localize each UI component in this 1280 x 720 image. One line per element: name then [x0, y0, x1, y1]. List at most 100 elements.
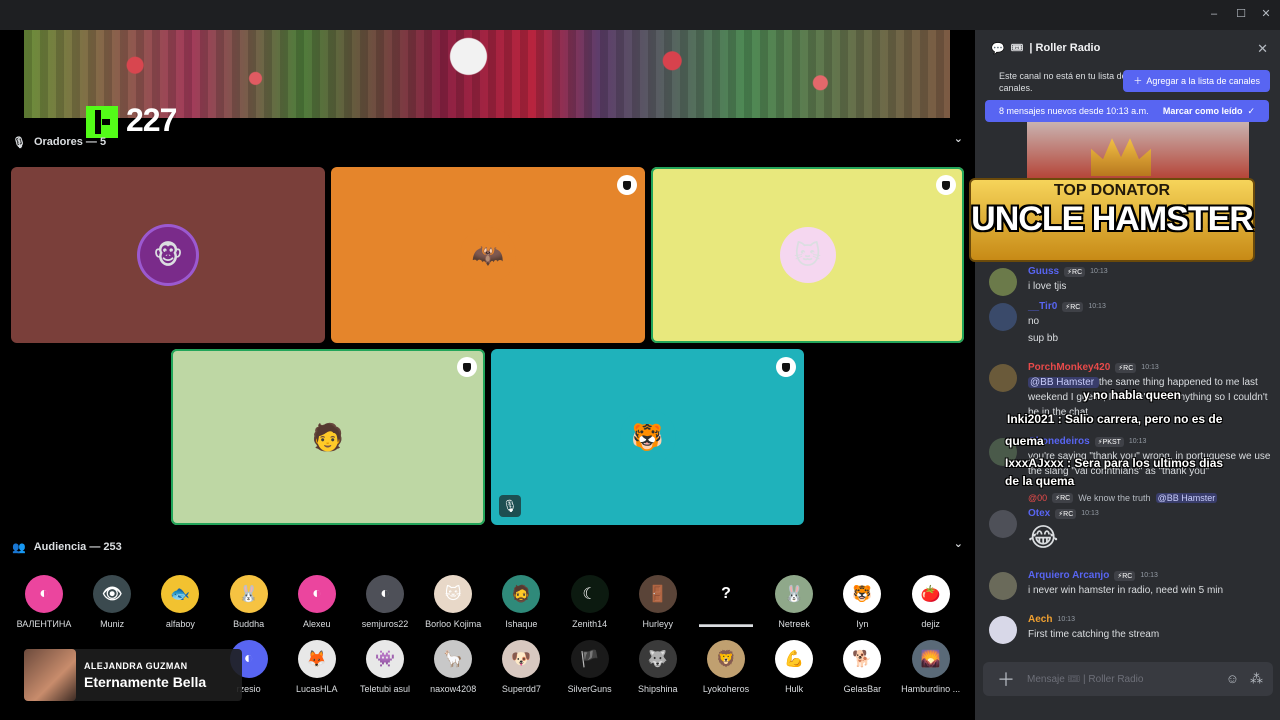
audience-name: Buddha — [233, 619, 265, 629]
now-playing-card: ALEJANDRA GUZMAN Eternamente Bella — [24, 649, 242, 701]
audience-avatar: 🧔 — [502, 575, 541, 613]
sticker-icon[interactable]: ☺ — [1226, 671, 1239, 686]
audience-avatar: 🐺 — [638, 640, 677, 678]
audience-avatar: 🚪 — [638, 575, 677, 613]
user-mention[interactable]: @BB Hamster — [1155, 493, 1218, 503]
user-avatar[interactable] — [989, 303, 1017, 331]
reply-text: We know the truth — [1078, 493, 1151, 503]
speaker-tile[interactable]: 🐱 — [651, 167, 964, 343]
speaker-avatar: 🐯 — [619, 409, 676, 465]
audience-member[interactable]: 💪 Hulk — [760, 640, 828, 694]
audience-avatar: 💪 — [775, 640, 814, 678]
audience-member[interactable]: 👁 Muniz — [78, 575, 146, 629]
mark-read-icon: ✓ — [1247, 105, 1255, 116]
audience-avatar: 🐰 — [229, 575, 268, 613]
audience-name: Ιyn — [856, 619, 869, 629]
thread-icon: 💬 — [991, 42, 1005, 55]
audience-member[interactable]: 🐶 Superdd7 — [487, 640, 555, 694]
user-tag-badge: ⚡RC — [1115, 362, 1137, 373]
user-avatar[interactable] — [989, 268, 1017, 296]
audience-name: Ishaque — [505, 619, 538, 629]
chat-message[interactable]: Otex ⚡RC 10:13 😂 — [989, 508, 1274, 553]
message-text: i never win hamster in radio, need win 5… — [1028, 585, 1224, 596]
audience-member[interactable]: 🧔 Ishaque — [487, 575, 555, 629]
mark-read-button[interactable]: Marcar como leído — [1163, 106, 1243, 116]
apps-icon[interactable]: ⁂ — [1250, 671, 1263, 687]
audience-member[interactable]: 🐰 Netreek — [760, 575, 828, 629]
minimize-button[interactable]: ‒ — [1208, 8, 1220, 20]
moderator-shield-icon — [776, 357, 796, 377]
now-playing-artist: ALEJANDRA GUZMAN — [84, 660, 188, 671]
audience-member[interactable]: 👾 Teletubi asul — [351, 640, 419, 694]
audience-member[interactable]: 🌄 Hamburdino ... — [897, 640, 965, 694]
chevron-down-icon[interactable]: ⌄ — [954, 537, 963, 550]
reply-preview[interactable]: @00 ⚡RC We know the truth @BB Hamster — [989, 493, 1274, 503]
audience-member[interactable]: ◐ Alexeu — [283, 575, 351, 629]
user-avatar[interactable] — [989, 572, 1017, 600]
message-text: i love tjis — [1028, 281, 1067, 292]
user-avatar[interactable] — [989, 616, 1017, 644]
speakers-header[interactable]: 🎙 Oradores — 5 ⌄ — [12, 132, 967, 152]
audience-member[interactable]: 🦙 naxow4208 — [419, 640, 487, 694]
close-chat-button[interactable]: ✕ — [1257, 41, 1268, 57]
stage-view: 227 🎙 Oradores — 5 ⌄ 🐵 🦇 🐱 🧑 🐯 🎙 👥 Audiencia … — [0, 30, 975, 720]
chat-title: | Roller Radio — [1029, 42, 1101, 54]
audience-label: Audiencia — 253 — [33, 541, 122, 553]
audience-member[interactable]: 🦁 Lyokoheros — [692, 640, 760, 694]
add-channel-button[interactable]: ＋ Agregar a la lista de canales — [1123, 70, 1270, 92]
speaker-tile[interactable]: 🧑 — [171, 349, 485, 525]
user-avatar[interactable] — [989, 364, 1017, 392]
audience-member[interactable]: 🐺 Shipshina — [624, 640, 692, 694]
moderator-shield-icon — [936, 175, 956, 195]
close-window-button[interactable]: ✕ — [1260, 8, 1272, 20]
user-avatar[interactable] — [989, 510, 1017, 538]
chat-message[interactable]: Aech 10:13 First time catching the stream — [989, 614, 1274, 644]
audience-member[interactable]: ◐ ВАЛЕНТИНА — [10, 575, 78, 629]
audience-member[interactable]: ◐ semjuros22 — [351, 575, 419, 629]
audience-avatar: 🌄 — [911, 640, 950, 678]
message-composer[interactable]: ＋ Mensaje 🎟 | Roller Radio ☺ ⁂ — [983, 662, 1273, 696]
reply-username[interactable]: @00 — [1028, 493, 1047, 503]
audience-member[interactable]: 🐕 GelasBar — [828, 640, 896, 694]
audience-member[interactable]: 🐱 Borloo Kojima — [419, 575, 487, 629]
maximize-button[interactable]: ☐ — [1235, 8, 1247, 20]
audience-member[interactable]: 🏴 SilverGuns — [556, 640, 624, 694]
chat-message[interactable]: Arquiero Arcanjo ⚡RC 10:13 i never win hams… — [989, 570, 1274, 600]
audience-avatar: ◐ — [297, 575, 336, 613]
message-username[interactable]: __Tir0 — [1028, 301, 1057, 312]
speaker-tile[interactable]: 🐵 — [11, 167, 325, 343]
speaker-tile[interactable]: 🦇 — [331, 167, 645, 343]
audience-member[interactable]: ? ▬▬▬▬▬▬ — [692, 575, 760, 629]
audience-member[interactable]: 🦊 LucasHLA — [283, 640, 351, 694]
audience-avatar: ◐ — [366, 575, 404, 613]
chat-message[interactable]: Guuss ⚡RC 10:13 i love tjis — [989, 266, 1274, 296]
audience-member[interactable]: 🐰 Buddha — [215, 575, 283, 629]
audience-avatar: 🐰 — [775, 575, 814, 613]
message-text: sup bb — [1028, 333, 1059, 344]
message-username[interactable]: Aech — [1028, 614, 1052, 625]
audience-avatar: 🐯 — [843, 575, 882, 613]
chevron-down-icon[interactable]: ⌄ — [954, 132, 963, 145]
muted-mic-icon: 🎙 — [499, 495, 521, 517]
new-messages-bar[interactable]: 8 mensajes nuevos desde 10:13 a.m. Marca… — [985, 100, 1269, 122]
message-username[interactable]: Arquiero Arcanjo — [1028, 570, 1109, 581]
audience-name: alfaboy — [165, 619, 195, 629]
audience-member[interactable]: 🚪 Hurleyy — [624, 575, 692, 629]
microphone-icon: 🎙 — [12, 136, 26, 149]
chat-message[interactable]: __Tir0 ⚡RC 10:13 no sup bb — [989, 301, 1274, 346]
audience-name: naxow4208 — [430, 684, 477, 694]
audience-member[interactable]: 🍅 dejiz — [897, 575, 965, 629]
audience-name: Hamburdino ... — [901, 684, 961, 694]
audience-name: Superdd7 — [501, 684, 541, 694]
message-username[interactable]: PorchMonkey420 — [1028, 362, 1110, 373]
audience-header[interactable]: 👥 Audiencia — 253 ⌄ — [12, 537, 967, 557]
user-mention[interactable]: @BB Hamster — [1028, 377, 1099, 388]
audience-member[interactable]: 🐟 alfaboy — [146, 575, 214, 629]
audience-member[interactable]: ☾ Zenith14 — [556, 575, 624, 629]
message-username[interactable]: Otex — [1028, 508, 1050, 519]
audience-avatar: ? — [707, 575, 745, 613]
attach-plus-icon[interactable]: ＋ — [997, 666, 1015, 692]
audience-avatar: 🐶 — [502, 640, 541, 678]
audience-member[interactable]: 🐯 Ιyn — [828, 575, 896, 629]
speaker-tile[interactable]: 🐯 🎙 — [491, 349, 804, 525]
